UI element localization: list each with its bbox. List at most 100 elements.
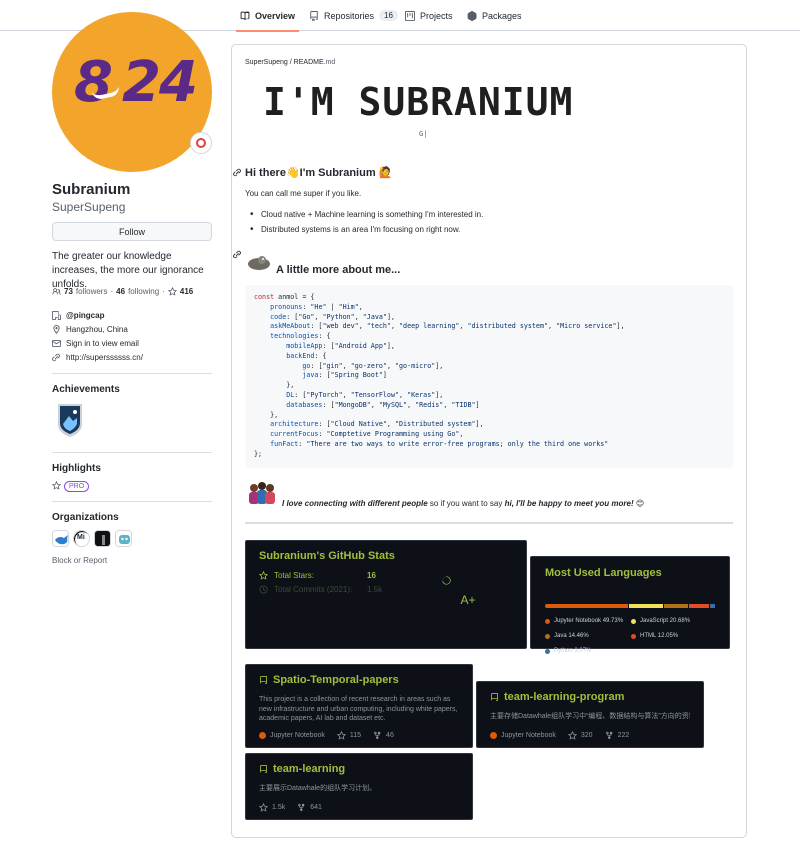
book-icon bbox=[240, 11, 250, 20]
repo-meta: 1.5k 641 bbox=[259, 803, 322, 812]
block-or-report-link[interactable]: Block or Report bbox=[52, 556, 107, 565]
language-color-dot bbox=[545, 648, 550, 654]
language-bar-segment bbox=[709, 604, 715, 608]
avatar-number-24: 24 bbox=[122, 50, 198, 115]
location-text: Hangzhou, China bbox=[66, 325, 128, 334]
repo-card-team-learning-program[interactable]: team-learning-program 主要存储Datawhale组队学习中… bbox=[476, 681, 704, 748]
organization-link[interactable]: @pingcap bbox=[66, 311, 104, 320]
repo-card-spatio-temporal[interactable]: Spatio-Temporal-papers This project is a… bbox=[245, 664, 473, 748]
repo-icon bbox=[260, 764, 267, 773]
code-line: technologies: { bbox=[270, 332, 331, 341]
repo-meta: Jupyter Notebook 320 222 bbox=[490, 731, 629, 740]
github-stats-card[interactable]: Subranium's GitHub Stats Total Stars: 16… bbox=[245, 540, 527, 649]
avatar[interactable]: 8 24 bbox=[52, 12, 212, 172]
repo-icon bbox=[491, 692, 498, 701]
connect-strong: hi, I'll be happy to meet you more! bbox=[504, 499, 634, 508]
repo-title-row: Spatio-Temporal-papers bbox=[259, 674, 399, 686]
tab-overview[interactable]: Overview bbox=[235, 0, 300, 32]
languages-card[interactable]: Most Used Languages Jupyter Notebook 49.… bbox=[530, 556, 730, 654]
language-legend-item: Jupyter Notebook 49.73% bbox=[545, 618, 623, 624]
tab-repositories[interactable]: Repositories 16 bbox=[309, 0, 398, 31]
stats-separator: · bbox=[110, 287, 114, 296]
total-stars-row: Total Stars: 16 bbox=[259, 571, 376, 580]
status-emoji-button[interactable] bbox=[190, 132, 212, 154]
repo-stars: 1.5k bbox=[272, 804, 286, 811]
code-line: java: ["Spring Boot"] bbox=[302, 371, 387, 380]
smile-icon: 😊 bbox=[633, 499, 645, 508]
tab-projects[interactable]: Projects bbox=[405, 0, 453, 31]
repositories-count-badge: 16 bbox=[379, 10, 398, 21]
anchor-link-icon[interactable] bbox=[233, 250, 242, 259]
code-content: const anmol = { pronouns: "He" | "Him", … bbox=[254, 293, 625, 460]
org-avatar-robot[interactable] bbox=[115, 530, 132, 547]
breadcrumb-user[interactable]: SuperSupeng bbox=[245, 59, 288, 66]
mail-icon bbox=[52, 340, 61, 347]
follow-button[interactable]: Follow bbox=[52, 222, 212, 241]
achievements-heading[interactable]: Achievements bbox=[52, 384, 120, 395]
repo-meta: Jupyter Notebook 115 46 bbox=[259, 731, 394, 740]
robot-icon bbox=[116, 531, 131, 546]
vcard-organization: @pingcap bbox=[52, 311, 104, 320]
repo-title[interactable]: Spatio-Temporal-papers bbox=[273, 674, 399, 686]
repo-title[interactable]: team-learning bbox=[273, 763, 345, 775]
language-color-dot bbox=[545, 618, 550, 624]
code-line: mobileApp: ["Android App"], bbox=[286, 341, 395, 350]
repo-forks: 641 bbox=[310, 804, 322, 811]
star-icon bbox=[567, 731, 577, 740]
breadcrumb-file[interactable]: README bbox=[294, 59, 324, 66]
org-avatar-dark[interactable] bbox=[94, 530, 111, 547]
tower-icon bbox=[95, 531, 110, 546]
org-avatar-whale[interactable] bbox=[52, 530, 69, 547]
code-line: }, bbox=[254, 410, 279, 419]
repo-title[interactable]: team-learning-program bbox=[504, 691, 624, 703]
language-legend-item: HTML 12.05% bbox=[631, 633, 678, 639]
following-count[interactable]: 46 bbox=[116, 287, 125, 296]
language-bar-segment bbox=[545, 604, 628, 608]
profile-bio: The greater our knowledge increases, the… bbox=[52, 251, 204, 290]
star-icon bbox=[259, 803, 268, 812]
repo-card-team-learning[interactable]: team-learning 主要展示Datawhale的组队学习计划。 1.5k… bbox=[245, 753, 473, 820]
code-line: code: ["Go", "Python", "Java"], bbox=[270, 312, 395, 321]
code-line: const anmol = { bbox=[254, 293, 315, 301]
arctic-vault-badge-icon[interactable] bbox=[55, 402, 85, 438]
greeting-heading: Hi there👋I'm Subranium 🙋 bbox=[233, 166, 392, 179]
anchor-link-icon[interactable] bbox=[233, 168, 242, 177]
breadcrumb-extension: .md bbox=[323, 59, 336, 66]
language-legend-label: Jupyter Notebook 49.73% bbox=[554, 618, 624, 624]
clock-icon bbox=[259, 585, 268, 594]
org-avatar-mi[interactable]: Mi bbox=[73, 530, 90, 547]
language-legend-item: Java 14.46% bbox=[545, 633, 589, 639]
connect-middle: so if you want to say bbox=[427, 499, 505, 508]
more-about-heading: A little more about me... bbox=[276, 264, 401, 276]
following-label[interactable]: following bbox=[128, 287, 159, 296]
language-legend-item: Python 3.07% bbox=[545, 648, 591, 654]
code-line: funFact: "There are two ways to write er… bbox=[270, 439, 609, 448]
vcard-website: http://superssssss.cn/ bbox=[52, 353, 143, 362]
code-line: backEnd: { bbox=[286, 351, 327, 360]
greeting-text: Hi there👋I'm Subranium 🙋 bbox=[245, 167, 393, 179]
repo-forks: 222 bbox=[617, 732, 630, 739]
website-link[interactable]: http://superssssss.cn/ bbox=[66, 353, 143, 362]
list-item: Distributed systems is an area I'm focus… bbox=[245, 224, 460, 235]
language-legend-label: Python 3.07% bbox=[554, 648, 592, 654]
email-link[interactable]: Sign in to view email bbox=[66, 339, 139, 348]
language-color-dot bbox=[631, 618, 636, 624]
code-line: go: ["gin", "go-zero", "go-micro"], bbox=[302, 361, 444, 370]
code-line: }, bbox=[254, 381, 295, 390]
followers-label[interactable]: followers bbox=[76, 287, 108, 296]
language-legend-label: HTML 12.05% bbox=[640, 633, 679, 639]
repo-stars: 320 bbox=[580, 732, 593, 739]
grade-text: A+ bbox=[460, 593, 476, 607]
tab-packages[interactable]: Packages bbox=[467, 0, 522, 31]
language-color-dot bbox=[490, 732, 497, 739]
link-icon bbox=[52, 353, 60, 362]
tab-projects-label: Projects bbox=[420, 10, 453, 21]
code-line: currentFocus: "Comptetive Programming us… bbox=[270, 430, 464, 439]
stats-separator: · bbox=[162, 287, 165, 296]
tab-repositories-label: Repositories bbox=[324, 10, 375, 21]
followers-count[interactable]: 73 bbox=[64, 287, 73, 296]
sidebar-divider bbox=[52, 452, 212, 453]
highlights-heading: Highlights bbox=[52, 463, 101, 474]
sidebar-divider bbox=[52, 501, 212, 502]
stars-count[interactable]: 416 bbox=[180, 287, 193, 296]
